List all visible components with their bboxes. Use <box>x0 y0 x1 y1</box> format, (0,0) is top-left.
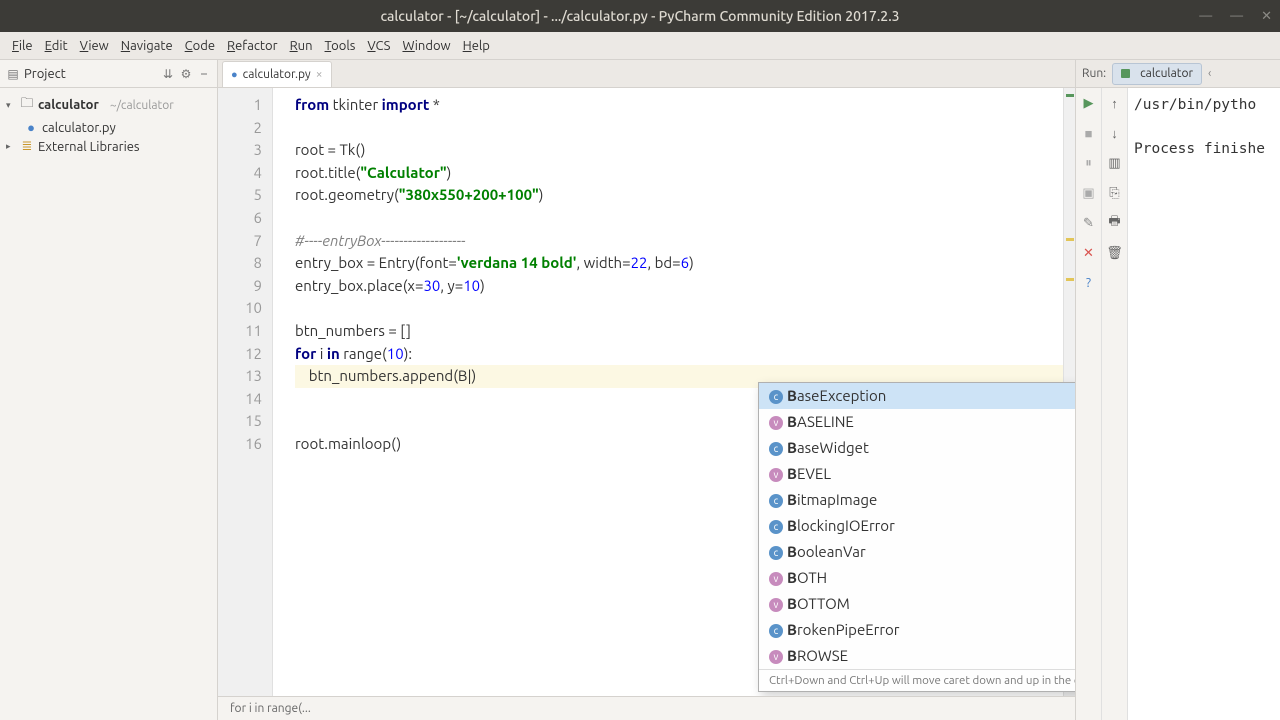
scroll-icon[interactable]: ⎘ <box>1106 184 1124 202</box>
run-toolbar-right: ↑ ↓ ▥ ⎘ 🖶 🗑 <box>1102 60 1128 720</box>
menu-view[interactable]: View <box>74 35 115 57</box>
run-indicator-icon <box>1121 69 1130 78</box>
gutter: 12345678910111213141516 <box>218 88 273 696</box>
autocomplete-item[interactable]: cBlockingIOErrorbuiltins <box>759 513 1075 539</box>
hide-icon[interactable]: ⎯ <box>197 67 211 81</box>
minimize-icon[interactable]: — <box>1199 9 1212 24</box>
close-run-icon[interactable]: ✕ <box>1080 244 1098 262</box>
project-panel-header[interactable]: ▤ Project ⇊ ⚙ ⎯ <box>0 60 217 88</box>
tree-file[interactable]: ● calculator.py <box>2 118 215 137</box>
menu-edit[interactable]: Edit <box>39 35 74 57</box>
run-console[interactable]: /usr/bin/pytho Process finishe <box>1128 60 1280 720</box>
editor-tab-bar: ● calculator.py × <box>218 60 1075 88</box>
autocomplete-item[interactable]: cBitmapImagetkinter <box>759 487 1075 513</box>
autocomplete-item[interactable]: cBaseWidgettkinter <box>759 435 1075 461</box>
down-icon[interactable]: ↓ <box>1106 124 1124 142</box>
attach-icon[interactable]: ▣ <box>1080 184 1098 202</box>
expand-icon[interactable]: ▾ <box>6 100 16 111</box>
tree-external-libs[interactable]: ▸ ≣ External Libraries <box>2 137 215 156</box>
menu-help[interactable]: Help <box>457 35 496 57</box>
breadcrumb: for i in range(... <box>230 702 311 715</box>
menu-window[interactable]: Window <box>396 35 456 57</box>
autocomplete-item[interactable]: vBOTTOMtkinter.constants <box>759 591 1075 617</box>
run-toolbar-left: ▶ ■ ⏸ ▣ ✎ ✕ ? <box>1076 60 1102 720</box>
run-panel: Run: calculator ‹ ▶ ■ ⏸ ▣ ✎ ✕ ? ↑ ↓ ▥ ⎘ … <box>1075 60 1280 720</box>
autocomplete-item[interactable]: cBaseExceptionbuiltins <box>759 383 1075 409</box>
project-label: Project <box>24 67 157 81</box>
title-bar: calculator - [~/calculator] - .../calcul… <box>0 0 1280 32</box>
gear-icon[interactable]: ⚙ <box>179 67 193 81</box>
tab-label: calculator.py <box>243 68 311 81</box>
menu-bar: FileEditViewNavigateCodeRefactorRunTools… <box>0 32 1280 60</box>
close-icon[interactable]: ✕ <box>1261 9 1272 24</box>
expand-icon[interactable]: ▸ <box>6 141 16 152</box>
autocomplete-item[interactable]: cBooleanVartkinter <box>759 539 1075 565</box>
autocomplete-item[interactable]: vBROWSEtkinter.constants <box>759 643 1075 669</box>
print-icon[interactable]: 🖶 <box>1106 214 1124 232</box>
menu-refactor[interactable]: Refactor <box>221 35 284 57</box>
window-title: calculator - [~/calculator] - .../calcul… <box>380 8 899 24</box>
tab-close-icon[interactable]: × <box>316 68 323 81</box>
folder-icon: 🗀 <box>20 94 34 116</box>
autocomplete-popup[interactable]: cBaseExceptionbuiltinsvBASELINEtkinter.c… <box>758 382 1075 692</box>
python-file-icon: ● <box>231 69 238 81</box>
help-icon[interactable]: ? <box>1080 274 1098 292</box>
project-tree: ▾ 🗀 calculator ~/calculator ● calculator… <box>0 88 217 160</box>
wrap-icon[interactable]: ▥ <box>1106 154 1124 172</box>
menu-run[interactable]: Run <box>284 35 319 57</box>
project-panel: ▤ Project ⇊ ⚙ ⎯ ▾ 🗀 calculator ~/calcula… <box>0 60 218 720</box>
rerun-icon[interactable]: ▶ <box>1080 94 1098 112</box>
menu-tools[interactable]: Tools <box>319 35 362 57</box>
breadcrumb-bar: for i in range(... <box>218 696 1075 720</box>
run-header: Run: calculator ‹ <box>1076 60 1280 88</box>
autocomplete-item[interactable]: vBOTHtkinter.constants <box>759 565 1075 591</box>
editor[interactable]: 12345678910111213141516 from tkinter imp… <box>218 88 1075 696</box>
run-label: Run: <box>1082 67 1106 80</box>
menu-navigate[interactable]: Navigate <box>115 35 179 57</box>
autocomplete-item[interactable]: vBASELINEtkinter.constants <box>759 409 1075 435</box>
run-tab[interactable]: calculator <box>1112 63 1202 85</box>
libraries-icon: ≣ <box>20 139 34 154</box>
editor-tab[interactable]: ● calculator.py × <box>222 61 332 87</box>
project-icon: ▤ <box>6 67 20 81</box>
menu-file[interactable]: File <box>6 35 39 57</box>
autocomplete-hint: Ctrl+Down and Ctrl+Up will move caret do… <box>759 669 1075 691</box>
tree-root[interactable]: ▾ 🗀 calculator ~/calculator <box>2 92 215 118</box>
autocomplete-item[interactable]: cBrokenPipeErrorbuiltins <box>759 617 1075 643</box>
editor-panel: ● calculator.py × 1234567891011121314151… <box>218 60 1075 720</box>
chevron-left-icon[interactable]: ‹ <box>1208 67 1211 80</box>
collapse-icon[interactable]: ⇊ <box>161 67 175 81</box>
wand-icon[interactable]: ✎ <box>1080 214 1098 232</box>
trash-icon[interactable]: 🗑 <box>1106 244 1124 262</box>
stop-icon[interactable]: ■ <box>1080 124 1098 142</box>
pause-icon[interactable]: ⏸ <box>1080 154 1098 172</box>
window-controls: — — ✕ <box>1199 9 1272 24</box>
up-icon[interactable]: ↑ <box>1106 94 1124 112</box>
python-file-icon: ● <box>24 120 38 135</box>
maximize-icon[interactable]: — <box>1230 9 1243 24</box>
autocomplete-item[interactable]: vBEVELtkinter.constants <box>759 461 1075 487</box>
menu-code[interactable]: Code <box>179 35 221 57</box>
menu-vcs[interactable]: VCS <box>361 35 396 57</box>
